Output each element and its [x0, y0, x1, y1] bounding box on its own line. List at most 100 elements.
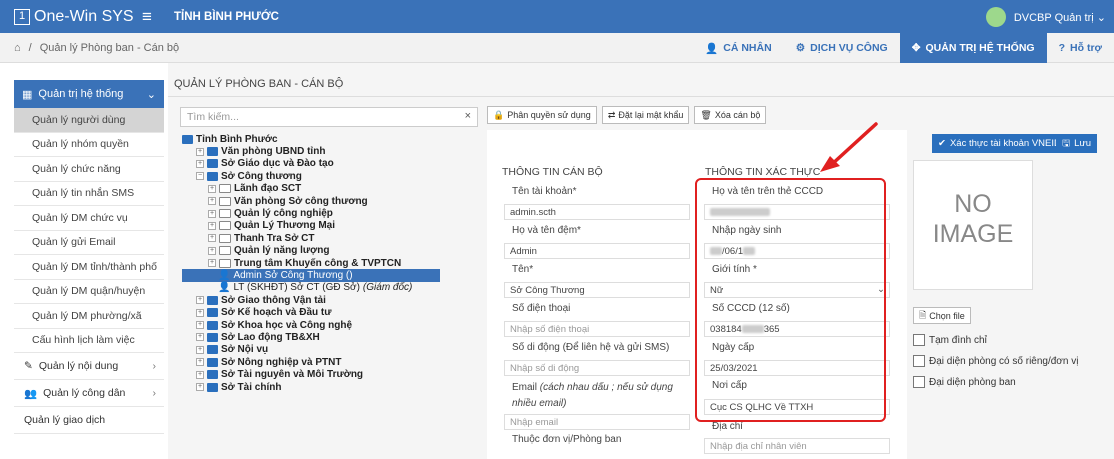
search-input[interactable]: Tìm kiếm... × — [180, 107, 478, 127]
sidebar-item-sms[interactable]: Quản lý tin nhắn SMS — [14, 182, 164, 206]
app-name: One-Win SYS — [34, 8, 134, 25]
tree-node[interactable]: + Lãnh đạo SCT — [182, 183, 482, 195]
expand-icon[interactable]: + — [208, 259, 216, 268]
sidebar-head-system-admin[interactable]: ▦ Quản trị hệ thống ⌄ — [14, 80, 164, 108]
sidebar-item-calendar[interactable]: Cấu hình lịch làm việc — [14, 329, 164, 353]
reset-password-button[interactable]: ⇄ Đặt lại mật khẩu — [601, 106, 690, 124]
tree-node[interactable]: + Văn phòng UBND tỉnh — [182, 145, 482, 157]
expand-icon[interactable]: + — [196, 333, 204, 342]
expand-icon[interactable]: + — [196, 383, 204, 391]
home-icon[interactable]: ⌂ — [14, 42, 21, 54]
collapse-icon[interactable]: − — [196, 172, 204, 181]
expand-icon[interactable]: + — [208, 197, 216, 206]
logo-box-icon: 1 — [14, 9, 30, 25]
sidebar-item-districts[interactable]: Quản lý DM quận/huyện — [14, 280, 164, 304]
tree-node[interactable]: + Sở Tài nguyên và Môi Trường — [182, 368, 482, 380]
lastname-field[interactable]: Admin — [504, 243, 690, 259]
tree-node[interactable]: + Sở Khoa học và Công nghệ — [182, 319, 482, 331]
checkbox-box[interactable] — [913, 334, 925, 346]
expand-icon[interactable]: + — [196, 147, 204, 156]
app-logo[interactable]: 1 One-Win SYS — [14, 8, 134, 26]
tree-node[interactable]: + Văn phòng Sở công thương — [182, 195, 482, 207]
expand-icon[interactable]: + — [196, 308, 204, 317]
sidebar-item-email[interactable]: Quản lý gửi Email — [14, 231, 164, 255]
firstname-label: Tên* — [512, 264, 534, 275]
tree-person[interactable]: 👤 LT (SKHĐT) Sở CT (GĐ Sở) (Giám đốc) — [182, 282, 482, 294]
tree-node[interactable]: + Sở Lao động TB&XH — [182, 331, 482, 343]
sub-bar: ⌂ / Quản lý Phòng ban - Cán bộ 👤 CÁ NHÂN … — [0, 33, 1114, 63]
swap-icon: ⇄ — [607, 109, 616, 120]
expand-icon[interactable]: + — [208, 246, 216, 255]
lastname-label: Họ và tên đệm* — [512, 225, 581, 236]
dept-own-number-checkbox[interactable]: Đại diện phòng có số riêng/đơn vị — [913, 355, 1078, 367]
sidebar-item-groups[interactable]: Quản lý nhóm quyền — [14, 133, 164, 157]
expand-icon[interactable]: + — [208, 234, 216, 243]
delete-staff-button[interactable]: 🗑 Xóa cán bộ — [694, 106, 767, 124]
sidebar-item-positions[interactable]: Quản lý DM chức vụ — [14, 206, 164, 231]
expand-icon[interactable]: + — [196, 159, 204, 168]
tree-node[interactable]: + Quản lý công nghiệp — [182, 207, 482, 219]
expand-icon[interactable]: + — [196, 345, 204, 354]
expand-icon[interactable]: + — [208, 209, 216, 218]
nav-public-service[interactable]: ⚙ DỊCH VỤ CÔNG — [784, 33, 900, 63]
unit-label: Thuộc đơn vị/Phòng ban — [512, 434, 622, 445]
firstname-field[interactable]: Sở Công Thương — [504, 282, 690, 298]
mobile-field[interactable]: Nhập số di động — [504, 360, 690, 376]
clear-icon[interactable]: × — [465, 110, 471, 122]
dept-representative-checkbox[interactable]: Đại diện phòng ban — [913, 376, 1016, 388]
save-button[interactable]: 🖫 Lưu — [1056, 134, 1098, 153]
tree-node[interactable]: + Sở Kế hoạch và Đầu tư — [182, 306, 482, 318]
nav-support[interactable]: ? Hỗ trợ — [1047, 33, 1114, 63]
choose-file-button[interactable]: 🗎 Chọn file — [913, 307, 971, 324]
expand-icon[interactable]: + — [208, 221, 216, 230]
expand-icon[interactable]: + — [196, 358, 204, 367]
sidebar-group-transactions[interactable]: Quản lý giao dịch — [14, 407, 164, 434]
annotation-arrow-icon — [820, 122, 878, 172]
tree-node[interactable]: + Sở Nông nghiệp và PTNT — [182, 356, 482, 368]
expand-icon[interactable]: + — [196, 370, 204, 379]
org-icon: ▦ — [22, 88, 33, 101]
tree-node[interactable]: + Quản lý năng lượng — [182, 245, 482, 257]
expand-icon[interactable]: + — [196, 296, 204, 305]
tree-node[interactable]: + Sở Giao thông Vận tải — [182, 294, 482, 306]
tree-node[interactable]: + Sở Giáo dục và Đào tạo — [182, 158, 482, 170]
org-icon — [207, 308, 218, 318]
sidebar: ▦ Quản trị hệ thống ⌄ Quản lý người dùng… — [0, 63, 168, 459]
profile-photo-placeholder: NO IMAGE — [913, 160, 1033, 290]
tree-node[interactable]: − Sở Công thương — [182, 170, 482, 182]
sidebar-group-content[interactable]: ✎ Quản lý nội dung › — [14, 353, 164, 380]
tree-node[interactable]: + Quản Lý Thương Mại — [182, 220, 482, 232]
expand-icon[interactable]: + — [196, 321, 204, 330]
address-label: Địa chỉ — [712, 421, 743, 432]
user-menu[interactable]: DVCBP Quản trị ⌄ — [985, 7, 1106, 27]
highlight-box — [695, 178, 886, 422]
permission-button[interactable]: 🔒 Phân quyền sử dụng — [487, 106, 597, 124]
org-icon — [207, 382, 218, 392]
checkbox-box[interactable] — [913, 376, 925, 388]
checkbox-box[interactable] — [913, 355, 925, 367]
nav-system-admin[interactable]: ✥ QUẢN TRỊ HỆ THỐNG — [899, 33, 1047, 63]
tree-person-selected[interactable]: 👤 Admin Sở Công Thương () — [182, 269, 440, 282]
sidebar-item-users[interactable]: Quản lý người dùng — [14, 108, 164, 133]
address-field[interactable]: Nhập địa chỉ nhân viên — [704, 438, 890, 454]
nav-personal[interactable]: 👤 CÁ NHÂN — [693, 33, 784, 63]
sidebar-item-provinces[interactable]: Quản lý DM tỉnh/thành phố — [14, 255, 164, 280]
tree-node[interactable]: + Sở Tài chính — [182, 381, 482, 393]
phone-field[interactable]: Nhập số điện thoại — [504, 321, 690, 337]
tree-node[interactable]: + Thanh Tra Sở CT — [182, 232, 482, 244]
tree-node[interactable]: + Trung tâm Khuyến công & TVPTCN — [182, 257, 482, 269]
hamburger-menu-icon[interactable]: ≡ — [142, 7, 152, 27]
username-field[interactable]: admin.scth — [504, 204, 690, 220]
chevron-down-icon: ⌄ — [146, 88, 156, 101]
sidebar-item-wards[interactable]: Quản lý DM phường/xã — [14, 304, 164, 329]
tree-node[interactable]: + Sở Nội vụ — [182, 344, 482, 356]
suspend-checkbox[interactable]: Tạm đình chỉ — [913, 334, 987, 346]
folder-icon — [219, 196, 231, 206]
expand-icon[interactable]: + — [208, 184, 216, 193]
sidebar-item-functions[interactable]: Quản lý chức năng — [14, 157, 164, 182]
email-field[interactable]: Nhập email — [504, 414, 690, 430]
sidebar-group-citizens[interactable]: 👥 Quản lý công dân › — [14, 380, 164, 407]
panel-title: QUẢN LÝ PHÒNG BAN - CÁN BỘ — [174, 78, 344, 90]
tree-root[interactable]: Tỉnh Bình Phước — [182, 133, 482, 145]
verify-vneid-button[interactable]: ✔ Xác thực tài khoản VNEID — [932, 134, 1067, 153]
